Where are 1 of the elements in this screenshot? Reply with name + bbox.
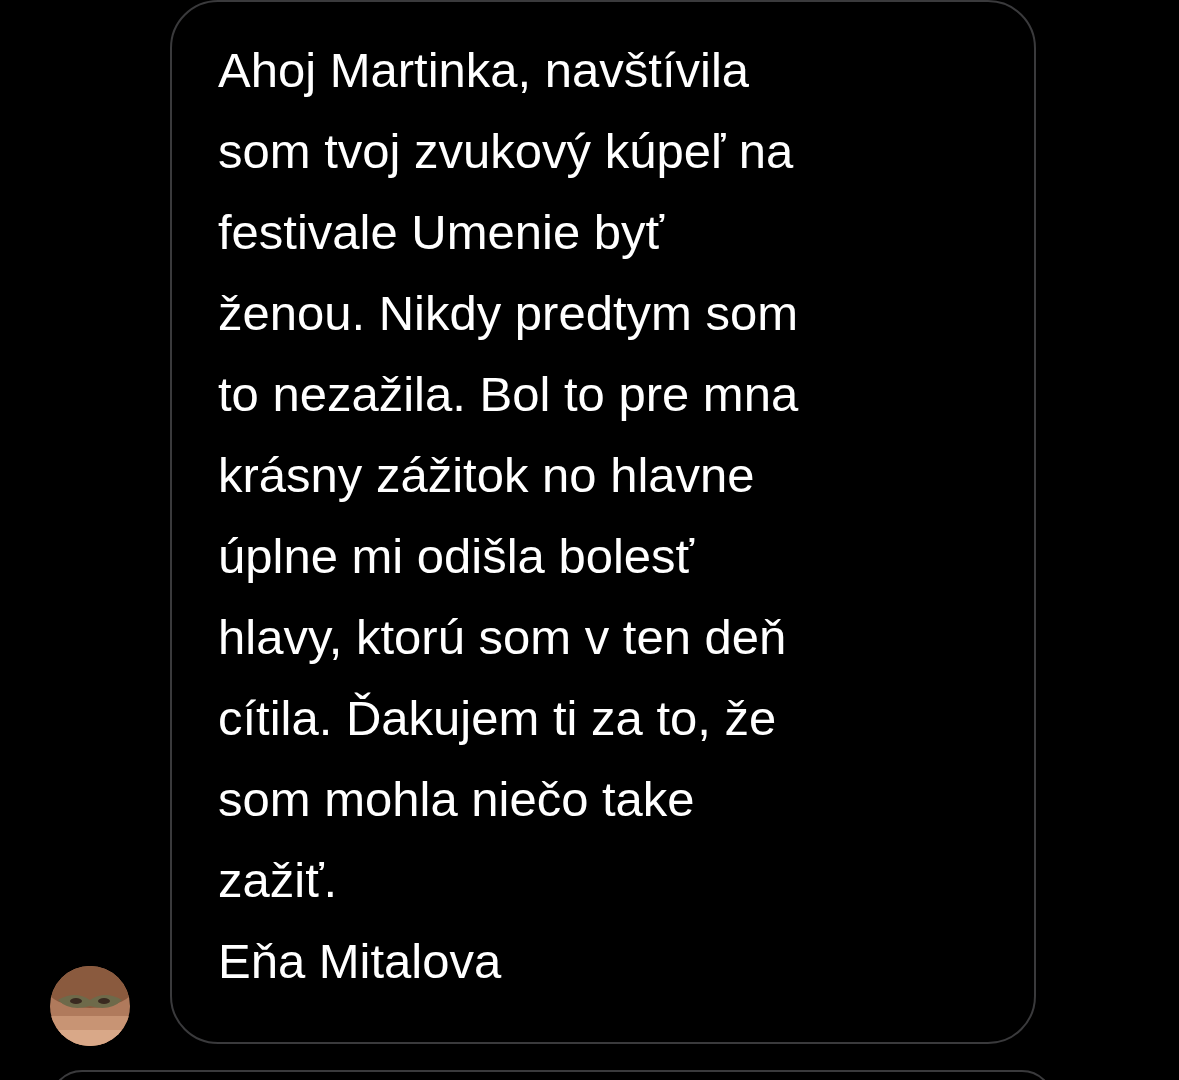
message-text: Ahoj Martinka, navštívila som tvoj zvukový kúpeľ na festivale Umenie byť ženou. Nikdy predtym som to nezažila. Bol to pre mna krásny zážitok no hlavne úplne mi odišla bolesť hlavy, ktorú som v ten deň cítila. Ďakujem ti za to, že som mohla niečo take zažiť. Eňa Mitalova [218, 42, 800, 990]
